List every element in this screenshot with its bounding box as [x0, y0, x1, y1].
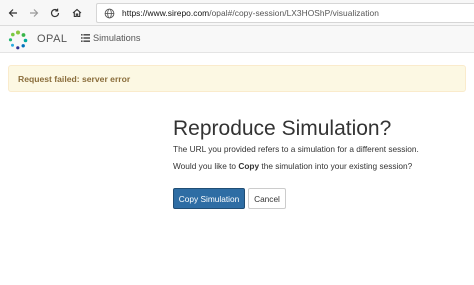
copy-question-text: Would you like to Copy the simulation in…	[173, 161, 412, 171]
home-icon[interactable]	[68, 4, 86, 22]
brand-name[interactable]: OPAL	[37, 33, 68, 45]
error-alert: Request failed: server error	[8, 65, 466, 92]
copy-question-prefix: Would you like to	[173, 161, 239, 171]
back-icon[interactable]	[4, 4, 22, 22]
copy-question-suffix: the simulation into your existing sessio…	[259, 161, 413, 171]
page-title: Reproduce Simulation?	[173, 117, 392, 140]
list-icon	[81, 34, 90, 42]
forward-icon[interactable]	[25, 4, 43, 22]
error-alert-message: Request failed: server error	[18, 74, 131, 84]
app-navbar: OPAL Simulations	[0, 26, 474, 53]
simulations-nav-label: Simulations	[93, 33, 141, 43]
copy-question-bold: Copy	[238, 161, 260, 171]
session-mismatch-text: The URL you provided refers to a simulat…	[173, 144, 419, 154]
reload-icon[interactable]	[46, 4, 64, 22]
url-host: https://www.sirepo.com	[122, 8, 210, 18]
url-text: https://www.sirepo.com/opal#/copy-sessio…	[122, 8, 379, 18]
url-path: /opal#/copy-session/LX3HOShP/visualizati…	[209, 8, 379, 18]
address-bar[interactable]: https://www.sirepo.com/opal#/copy-sessio…	[96, 3, 474, 23]
globe-icon	[102, 6, 116, 20]
simulations-nav-link[interactable]: Simulations	[81, 33, 141, 43]
copy-simulation-button[interactable]: Copy Simulation	[173, 188, 245, 209]
opal-logo[interactable]	[7, 29, 29, 51]
cancel-button[interactable]: Cancel	[248, 188, 286, 209]
browser-toolbar: https://www.sirepo.com/opal#/copy-sessio…	[0, 0, 474, 26]
